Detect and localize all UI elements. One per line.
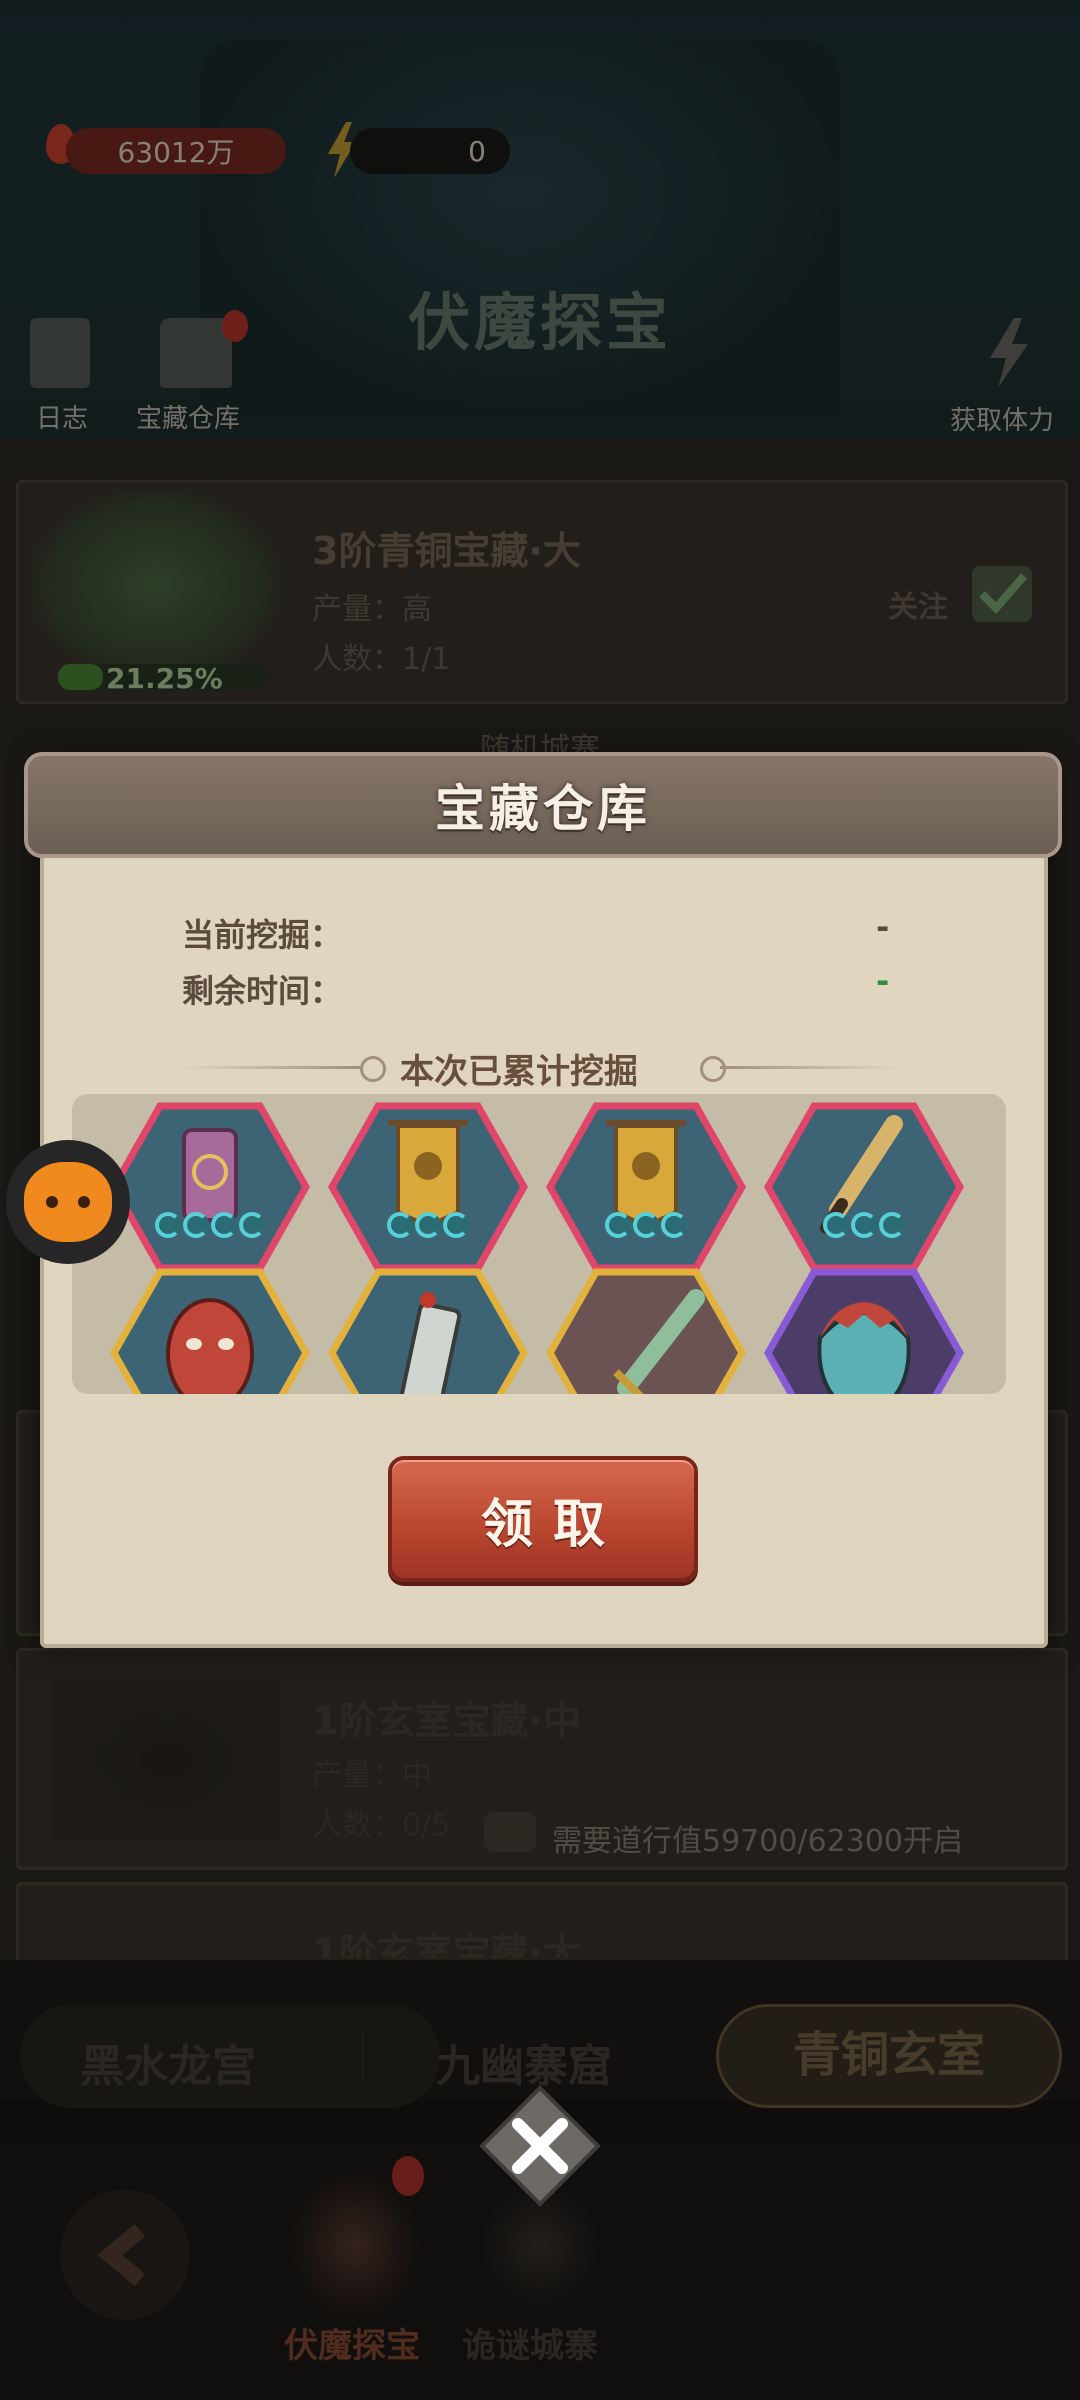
item-slot-sword[interactable]: [546, 1268, 746, 1394]
section-divider-left: [180, 1066, 360, 1069]
banner-icon: [546, 1102, 746, 1272]
item-slot-demon-mask[interactable]: [764, 1268, 964, 1394]
remaining-time-value: -: [876, 962, 890, 1000]
item-slot-brush[interactable]: [764, 1102, 964, 1272]
item-slot-scroll[interactable]: [110, 1102, 310, 1272]
banner-icon: [328, 1102, 528, 1272]
scroll-icon: [110, 1102, 310, 1272]
floating-helper-button[interactable]: [6, 1140, 130, 1264]
pumpkin-icon: [24, 1162, 112, 1242]
item-slot-banner[interactable]: [328, 1102, 528, 1272]
item-slot-mask[interactable]: [110, 1268, 310, 1394]
item-grid: [72, 1094, 1006, 1394]
claim-button-label: 领取: [480, 1494, 625, 1555]
section-ornament-left: [360, 1056, 386, 1082]
remaining-time-label: 剩余时间：: [182, 972, 343, 1010]
demon-mask-icon: [764, 1268, 964, 1394]
section-title: 本次已累计挖掘: [400, 1052, 638, 1092]
star-badge: [368, 1212, 488, 1246]
mask-icon: [110, 1268, 310, 1394]
claim-button[interactable]: 领取: [388, 1456, 698, 1582]
popup-title: 宝藏仓库: [435, 780, 651, 838]
talisman-icon: [328, 1268, 528, 1394]
close-button[interactable]: [478, 2084, 602, 2208]
current-dig-label: 当前挖掘：: [182, 916, 343, 954]
item-slot-banner[interactable]: [546, 1102, 746, 1272]
star-badge: [804, 1212, 924, 1246]
item-slot-talisman[interactable]: [328, 1268, 528, 1394]
section-ornament-right: [700, 1056, 726, 1082]
sword-icon: [546, 1268, 746, 1394]
section-divider-right: [720, 1066, 900, 1069]
star-badge: [586, 1212, 706, 1246]
current-dig-value: -: [876, 908, 890, 946]
close-icon: [479, 2085, 601, 2207]
star-badge: [150, 1212, 270, 1246]
brush-icon: [764, 1102, 964, 1272]
popup-header: 宝藏仓库: [24, 752, 1062, 858]
